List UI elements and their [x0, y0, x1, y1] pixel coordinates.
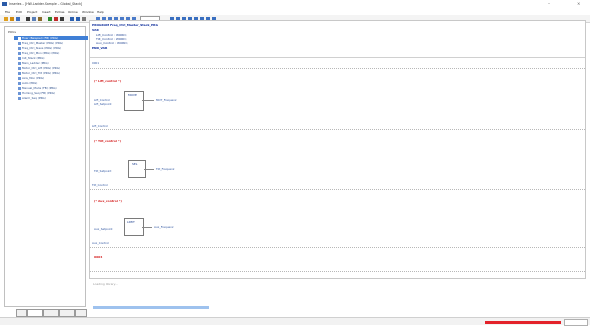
tree-item[interactable]: Homing_Seq (FB) (PRG): [18, 91, 55, 95]
tree-item-selected[interactable]: Fixer (Beispiel) (FB) (PRG): [14, 36, 88, 40]
menu-insert[interactable]: Insert: [42, 10, 51, 14]
save-icon[interactable]: [16, 17, 20, 21]
function-block-name: MOVE: [128, 93, 137, 97]
network-comment: (* Aux_control *): [94, 199, 122, 203]
horizontal-scrollbar[interactable]: [93, 306, 209, 309]
run-icon[interactable]: [48, 17, 52, 21]
window-title: Inseries – [HW-Ladder-Sample – Global_St…: [9, 2, 83, 6]
declaration-pane[interactable]: PROGRAM Freq_Ctrl_Master_Stack_PRG VAR L…: [90, 21, 585, 58]
menu-online[interactable]: Online: [68, 10, 78, 14]
network-input-label: Aux_Setpoint: [94, 227, 113, 231]
function-block-name: SEL: [132, 162, 138, 166]
close-button[interactable]: ×: [577, 1, 580, 6]
network-comment: (* Lift_control *): [94, 79, 122, 83]
copy-icon[interactable]: [32, 17, 36, 21]
menu-edit[interactable]: Edit: [16, 10, 22, 14]
pou-icon: [18, 96, 21, 100]
network-separator: [90, 271, 585, 272]
tree-item[interactable]: Freq_Ctrl_Slave (PRG) (PRG): [18, 46, 61, 50]
menu-extras[interactable]: Extras: [55, 10, 64, 14]
tree-item[interactable]: Freq_Ctrl_Master (PRG) (PRG): [18, 41, 63, 45]
wire: [142, 100, 154, 101]
sidebar-tabs: [16, 309, 87, 317]
pou-icon: [18, 76, 21, 80]
title-bar: Inseries – [HW-Ladder-Sample – Global_St…: [0, 0, 590, 8]
tab-visualizations-icon[interactable]: [43, 309, 59, 317]
tab-datatypes-icon[interactable]: [27, 309, 43, 317]
tree-item[interactable]: Axis_Mon (PRG): [18, 76, 44, 80]
wire: [144, 169, 154, 170]
network-separator: [90, 68, 585, 69]
network-input-label: Lift_Setpoint: [94, 102, 112, 106]
decl-line: VAR: [92, 28, 99, 32]
pou-icon: [18, 86, 21, 90]
open-file-icon[interactable]: [10, 17, 14, 21]
tree-item[interactable]: Init_Stack (PRG): [18, 56, 44, 60]
decl-line: Aux_Control : WORD;: [96, 41, 128, 45]
tab-extra-icon[interactable]: [75, 309, 87, 317]
pou-tree-panel: POUs Fixer (Beispiel) (FB) (PRG) Freq_Ct…: [4, 26, 88, 307]
pou-icon: [18, 41, 21, 45]
tree-item[interactable]: Alarm_Seq (PRG): [18, 96, 46, 100]
tab-pous-icon[interactable]: [16, 309, 27, 317]
network-number: Tilt_Control: [92, 183, 108, 187]
login-icon[interactable]: [70, 17, 74, 21]
network-number: Aux_Control: [92, 241, 109, 245]
decl-line: PROGRAM Freq_Ctrl_Master_Stack_PRG: [92, 23, 158, 27]
pou-icon: [18, 51, 21, 55]
menu-file[interactable]: File: [5, 10, 10, 14]
tree-item[interactable]: Motor_Ctrl_Lift (PRG) (PRG): [18, 66, 60, 70]
network-output-label: Tilt_Frequenz: [156, 167, 175, 171]
build-icon[interactable]: [82, 17, 86, 21]
tree-item[interactable]: Motor_Ctrl_Tilt (PRG) (PRG): [18, 71, 60, 75]
menu-project[interactable]: Project: [27, 10, 37, 14]
message-text: Loading library...: [93, 282, 118, 286]
pou-icon: [18, 66, 21, 70]
minimize-button[interactable]: –: [548, 1, 550, 6]
logout-icon[interactable]: [76, 17, 80, 21]
menu-help[interactable]: Help: [97, 10, 104, 14]
tree-item[interactable]: Manual_Mode (FB) (PRG): [18, 86, 57, 90]
ladder-editor[interactable]: PROGRAM Freq_Ctrl_Master_Stack_PRG VAR L…: [89, 20, 586, 306]
menu-bar: File Edit Project Insert Extras Online W…: [0, 8, 590, 15]
network-comment: (* Tilt_control *): [94, 139, 121, 143]
network-output-label: Aux_Frequenz: [154, 225, 174, 229]
message-pane[interactable]: Loading library...: [89, 278, 586, 306]
app-icon: [2, 2, 7, 6]
tree-item[interactable]: Auto (PRG): [18, 81, 37, 85]
decl-line: END_VAR: [92, 46, 108, 50]
pou-icon: [18, 61, 21, 65]
function-block-name: LIMIT: [127, 220, 135, 224]
tree-item[interactable]: Freq_Ctrl_Mon (PRG) (PRG): [18, 51, 59, 55]
cut-icon[interactable]: [26, 17, 30, 21]
network-number: Lift_Control: [92, 124, 108, 128]
network-input-label: Tilt_Setpoint: [94, 169, 112, 173]
status-bar: [0, 317, 590, 326]
new-file-icon[interactable]: [4, 17, 8, 21]
tab-resources-icon[interactable]: [59, 309, 75, 317]
menu-window[interactable]: Window: [82, 10, 94, 14]
pou-icon: [18, 71, 21, 75]
network-separator: [90, 247, 585, 248]
pou-icon: [18, 81, 21, 85]
pou-icon: [18, 36, 21, 40]
pou-icon: [18, 46, 21, 50]
network-output-label: MOT_Frequenz: [156, 98, 177, 102]
pou-icon: [18, 56, 21, 60]
tree-root-pous[interactable]: POUs: [8, 30, 16, 34]
stop-icon[interactable]: [54, 17, 58, 21]
paste-icon[interactable]: [38, 17, 42, 21]
step-icon[interactable]: [60, 17, 64, 21]
online-status-indicator: [485, 321, 561, 324]
network-separator: [90, 189, 585, 190]
network-number: 0004: [94, 255, 103, 259]
network-number: 0001: [92, 61, 100, 65]
wire: [142, 227, 152, 228]
pou-icon: [18, 91, 21, 95]
network-separator: [90, 129, 585, 130]
tree-item[interactable]: Main_Ladder (PRG): [18, 61, 49, 65]
